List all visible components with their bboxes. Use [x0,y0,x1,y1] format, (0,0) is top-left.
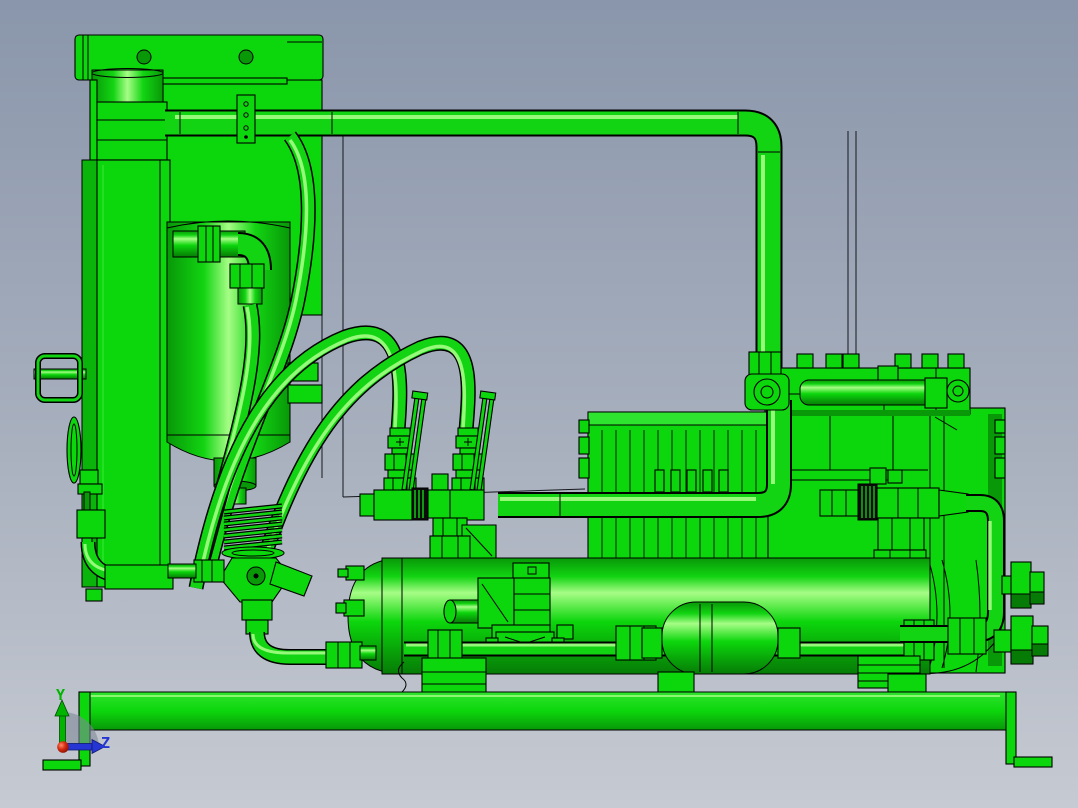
cylinder-head [777,353,971,416]
sight-glass-disc [66,416,82,484]
tank-foot [887,673,927,693]
column-base [104,564,174,590]
compressor-fins [578,411,769,561]
bracket-hole [238,49,254,65]
origin-point [57,741,69,753]
top-cylinder [91,69,164,103]
y-axis-label: Y [56,686,65,704]
bracket-hole [136,49,152,65]
model-canvas[interactable]: Y Z [0,0,1078,808]
heat-exchanger-tank[interactable] [335,557,981,699]
valve-handwheel[interactable] [221,546,285,560]
filter-drier[interactable] [661,601,779,675]
cad-viewport[interactable]: Y Z [0,0,1078,808]
base-plate[interactable] [42,691,1053,771]
tank-flange [381,557,403,675]
z-axis-label: Z [101,734,110,752]
base-fold-right [1005,691,1017,765]
service-valves[interactable] [359,390,497,564]
mounting-nut [429,535,471,561]
expansion-valve-assembly[interactable] [167,503,313,635]
tank-foot [657,671,695,693]
